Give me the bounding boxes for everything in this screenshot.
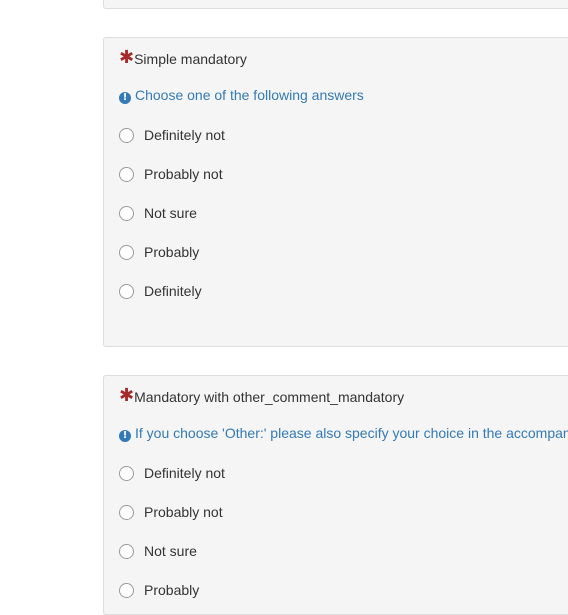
radio-button[interactable] — [119, 244, 134, 260]
radio-button[interactable] — [119, 283, 134, 299]
answer-definitely[interactable]: Definitely — [119, 281, 202, 301]
answer-probably-not[interactable]: Probably not — [119, 502, 223, 522]
mandatory-asterisk-icon: ✱ — [119, 47, 135, 67]
question-help: ! If you choose 'Other:' please also spec… — [119, 425, 568, 442]
radio-button[interactable] — [119, 166, 134, 182]
question-help-text: If you choose 'Other:' please also speci… — [135, 425, 568, 441]
question-help: ! Choose one of the following answers — [119, 87, 364, 104]
answer-definitely-not[interactable]: Definitely not — [119, 125, 225, 145]
question-help-text: Choose one of the following answers — [135, 87, 364, 103]
question-title-text: Mandatory with other_comment_mandatory — [134, 389, 405, 405]
answer-label: Definitely — [144, 283, 202, 299]
radio-button[interactable] — [119, 127, 134, 143]
answer-label: Probably not — [144, 166, 223, 182]
exclamation-circle-icon: ! — [119, 430, 131, 442]
answer-label: Probably — [144, 244, 200, 260]
exclamation-circle-icon: ! — [119, 92, 131, 104]
radio-button[interactable] — [119, 205, 134, 221]
answer-label: Probably — [144, 582, 200, 598]
answer-label: Not sure — [144, 205, 197, 221]
answer-label: Definitely not — [144, 465, 225, 481]
answer-label: Probably not — [144, 504, 223, 520]
radio-button[interactable] — [119, 543, 134, 559]
answer-probably[interactable]: Probably — [119, 580, 199, 600]
answer-label: Not sure — [144, 543, 197, 559]
radio-button[interactable] — [119, 465, 134, 481]
question-card-simple-mandatory: ✱Simple mandatory ! Choose one of the fol… — [103, 37, 568, 347]
question-title: ✱Mandatory with other_comment_mandatory — [119, 386, 405, 405]
answer-definitely-not[interactable]: Definitely not — [119, 463, 225, 483]
answer-probably[interactable]: Probably — [119, 242, 199, 262]
question-card-mandatory-other-comment: ✱Mandatory with other_comment_mandatory … — [103, 375, 568, 615]
radio-button[interactable] — [119, 504, 134, 520]
mandatory-asterisk-icon: ✱ — [119, 385, 135, 405]
answer-label: Definitely not — [144, 127, 225, 143]
answer-not-sure[interactable]: Not sure — [119, 541, 197, 561]
previous-question-card — [103, 0, 568, 9]
radio-button[interactable] — [119, 582, 134, 598]
answer-not-sure[interactable]: Not sure — [119, 203, 197, 223]
question-title: ✱Simple mandatory — [119, 48, 247, 67]
question-title-text: Simple mandatory — [134, 51, 247, 67]
answer-probably-not[interactable]: Probably not — [119, 164, 223, 184]
